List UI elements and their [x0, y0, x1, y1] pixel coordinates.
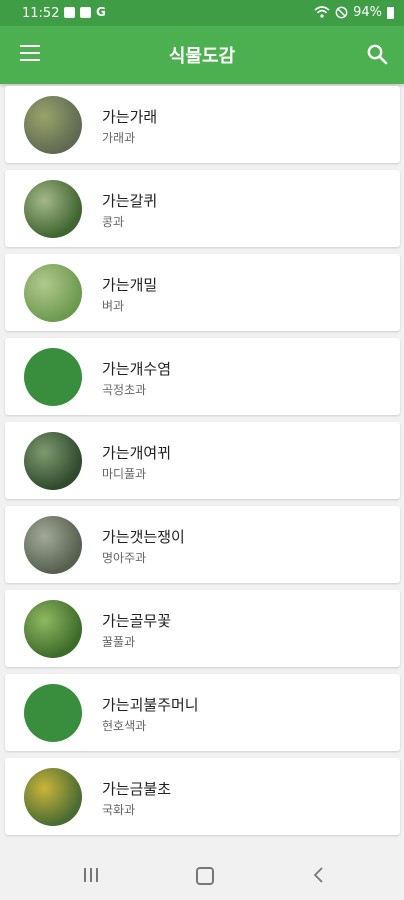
home-icon[interactable] — [196, 867, 214, 885]
search-icon[interactable] — [366, 43, 388, 65]
system-navigation-bar — [0, 850, 404, 900]
plant-list-item[interactable]: 가는골무꽃꿀풀과 — [5, 590, 400, 667]
plant-name: 가는괴불주머니 — [102, 696, 199, 714]
plant-family: 마디풀과 — [102, 467, 147, 481]
plant-list-item[interactable]: 가는개수염곡정초과 — [5, 338, 400, 415]
plant-family: 국화과 — [102, 803, 136, 817]
plant-name: 가는개수염 — [102, 360, 172, 378]
battery-percentage: 94% — [353, 5, 382, 20]
plant-name: 가는개여뀌 — [102, 444, 172, 462]
plant-family: 벼과 — [102, 299, 125, 313]
plant-thumbnail — [24, 768, 82, 826]
plant-family: 콩과 — [102, 215, 125, 229]
plant-thumbnail — [24, 264, 82, 322]
plant-list-item[interactable]: 가는괴불주머니현호색과 — [5, 674, 400, 751]
wifi-icon — [314, 6, 330, 18]
plant-list-item[interactable]: 가는개여뀌마디풀과 — [5, 422, 400, 499]
back-icon[interactable] — [312, 866, 326, 884]
app-bar: 식물도감 — [0, 26, 404, 84]
page-title: 식물도감 — [168, 46, 236, 67]
plant-thumbnail — [24, 516, 82, 574]
plant-name: 가는가래 — [102, 108, 158, 126]
plant-list-item[interactable]: 가는갯는쟁이명아주과 — [5, 506, 400, 583]
status-time: 11:52 — [22, 6, 60, 21]
plant-name: 가는골무꽃 — [102, 612, 172, 630]
plant-family: 명아주과 — [102, 551, 147, 565]
status-bar: 11:52 G 94% — [0, 0, 404, 26]
plant-list-item[interactable]: 가는갈퀴콩과 — [5, 170, 400, 247]
google-notification-icon: G — [96, 5, 106, 19]
plant-name: 가는갯는쟁이 — [102, 528, 185, 546]
plant-name: 가는개밀 — [102, 276, 158, 294]
do-not-disturb-icon — [335, 6, 348, 19]
plant-family: 가래과 — [102, 131, 136, 145]
plant-thumbnail-placeholder — [24, 684, 82, 742]
system-icons: 94% — [314, 5, 394, 20]
image-notification-icon — [64, 7, 75, 18]
notification-icons: G — [64, 5, 106, 19]
plant-thumbnail — [24, 96, 82, 154]
plant-name: 가는금불초 — [102, 780, 172, 798]
plant-thumbnail — [24, 432, 82, 490]
plant-family: 곡정초과 — [102, 383, 147, 397]
plant-list-item[interactable]: 가는개밀벼과 — [5, 254, 400, 331]
plant-list-item[interactable]: 가는가래가래과 — [5, 86, 400, 163]
recent-apps-icon[interactable] — [84, 868, 100, 882]
plant-list-item[interactable]: 가는금불초국화과 — [5, 758, 400, 835]
plant-thumbnail — [24, 600, 82, 658]
plant-family: 꿀풀과 — [102, 635, 136, 649]
plant-thumbnail-placeholder — [24, 348, 82, 406]
battery-icon — [387, 6, 394, 19]
plant-name: 가는갈퀴 — [102, 192, 158, 210]
plant-family: 현호색과 — [102, 719, 147, 733]
plant-thumbnail — [24, 180, 82, 238]
mail-notification-icon — [80, 7, 91, 18]
